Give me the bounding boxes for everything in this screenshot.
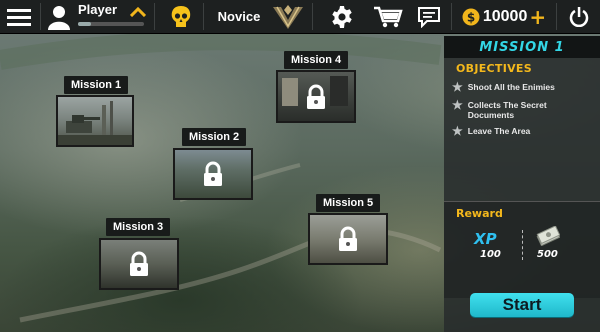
- add-coins-button[interactable]: +: [529, 7, 546, 27]
- rank-emblem-icon: [271, 0, 305, 33]
- mission-thumbnail: [56, 95, 134, 147]
- cash-reward-value: 500: [537, 249, 558, 260]
- xp-progress-bar: [78, 22, 144, 26]
- mission-label: Mission 2: [182, 128, 247, 146]
- gear-icon[interactable]: [325, 0, 359, 33]
- mission-title: MISSION 1: [479, 39, 565, 55]
- coin-value: 10000: [482, 7, 528, 25]
- star-icon: ★: [452, 98, 463, 112]
- skull-icon[interactable]: [164, 0, 198, 33]
- lock-icon: [307, 84, 325, 109]
- objective-text: Shoot All the Enimies: [467, 82, 555, 92]
- mission-label: Mission 1: [64, 76, 129, 94]
- objective-item: ★ Shoot All the Enimies: [452, 80, 598, 94]
- objective-text: Leave The Area: [467, 126, 531, 136]
- mission-thumbnail: [276, 70, 356, 123]
- lock-icon: [130, 251, 148, 276]
- reward-section: Reward XP 100 500: [444, 201, 600, 298]
- xp-label: XP: [474, 230, 497, 248]
- mission-label: Mission 3: [106, 218, 171, 236]
- cart-icon[interactable]: [368, 0, 408, 33]
- mission-details-panel: MISSION 1 OBJECTIVES ★ Shoot All the Eni…: [444, 36, 600, 332]
- star-icon: ★: [452, 124, 463, 138]
- star-icon: ★: [452, 80, 463, 94]
- lock-icon: [204, 161, 222, 186]
- start-button[interactable]: Start: [470, 293, 574, 317]
- reward-divider: [522, 230, 523, 260]
- lock-icon: [339, 226, 357, 251]
- mission-label: Mission 4: [284, 51, 349, 69]
- mission-thumbnail: [308, 213, 388, 265]
- objectives-heading: OBJECTIVES: [456, 62, 532, 75]
- xp-progress-fill: [78, 22, 92, 26]
- svg-text:$: $: [467, 10, 475, 24]
- mission-label: Mission 5: [316, 194, 381, 212]
- power-icon[interactable]: [566, 0, 592, 33]
- objective-item: ★ Leave The Area: [452, 124, 598, 138]
- chat-icon[interactable]: [410, 0, 448, 33]
- avatar-icon[interactable]: [45, 0, 73, 33]
- reward-heading: Reward: [456, 207, 503, 220]
- rank-label: Novice: [217, 9, 261, 24]
- panel-header: MISSION 1: [444, 36, 600, 58]
- coin-icon: $: [462, 8, 480, 25]
- mission-thumbnail: [99, 238, 179, 290]
- coin-balance[interactable]: $ 10000 +: [458, 0, 550, 33]
- objective-text: Collects The Secret Documents: [467, 100, 547, 120]
- objective-item: ★ Collects The Secret Documents: [452, 98, 572, 120]
- mission-thumbnail: [173, 148, 253, 200]
- cash-icon: [536, 225, 561, 250]
- top-bar: Player Novice $ 10000 +: [0, 0, 600, 34]
- xp-reward-value: 100: [480, 249, 501, 260]
- menu-icon[interactable]: [4, 0, 34, 33]
